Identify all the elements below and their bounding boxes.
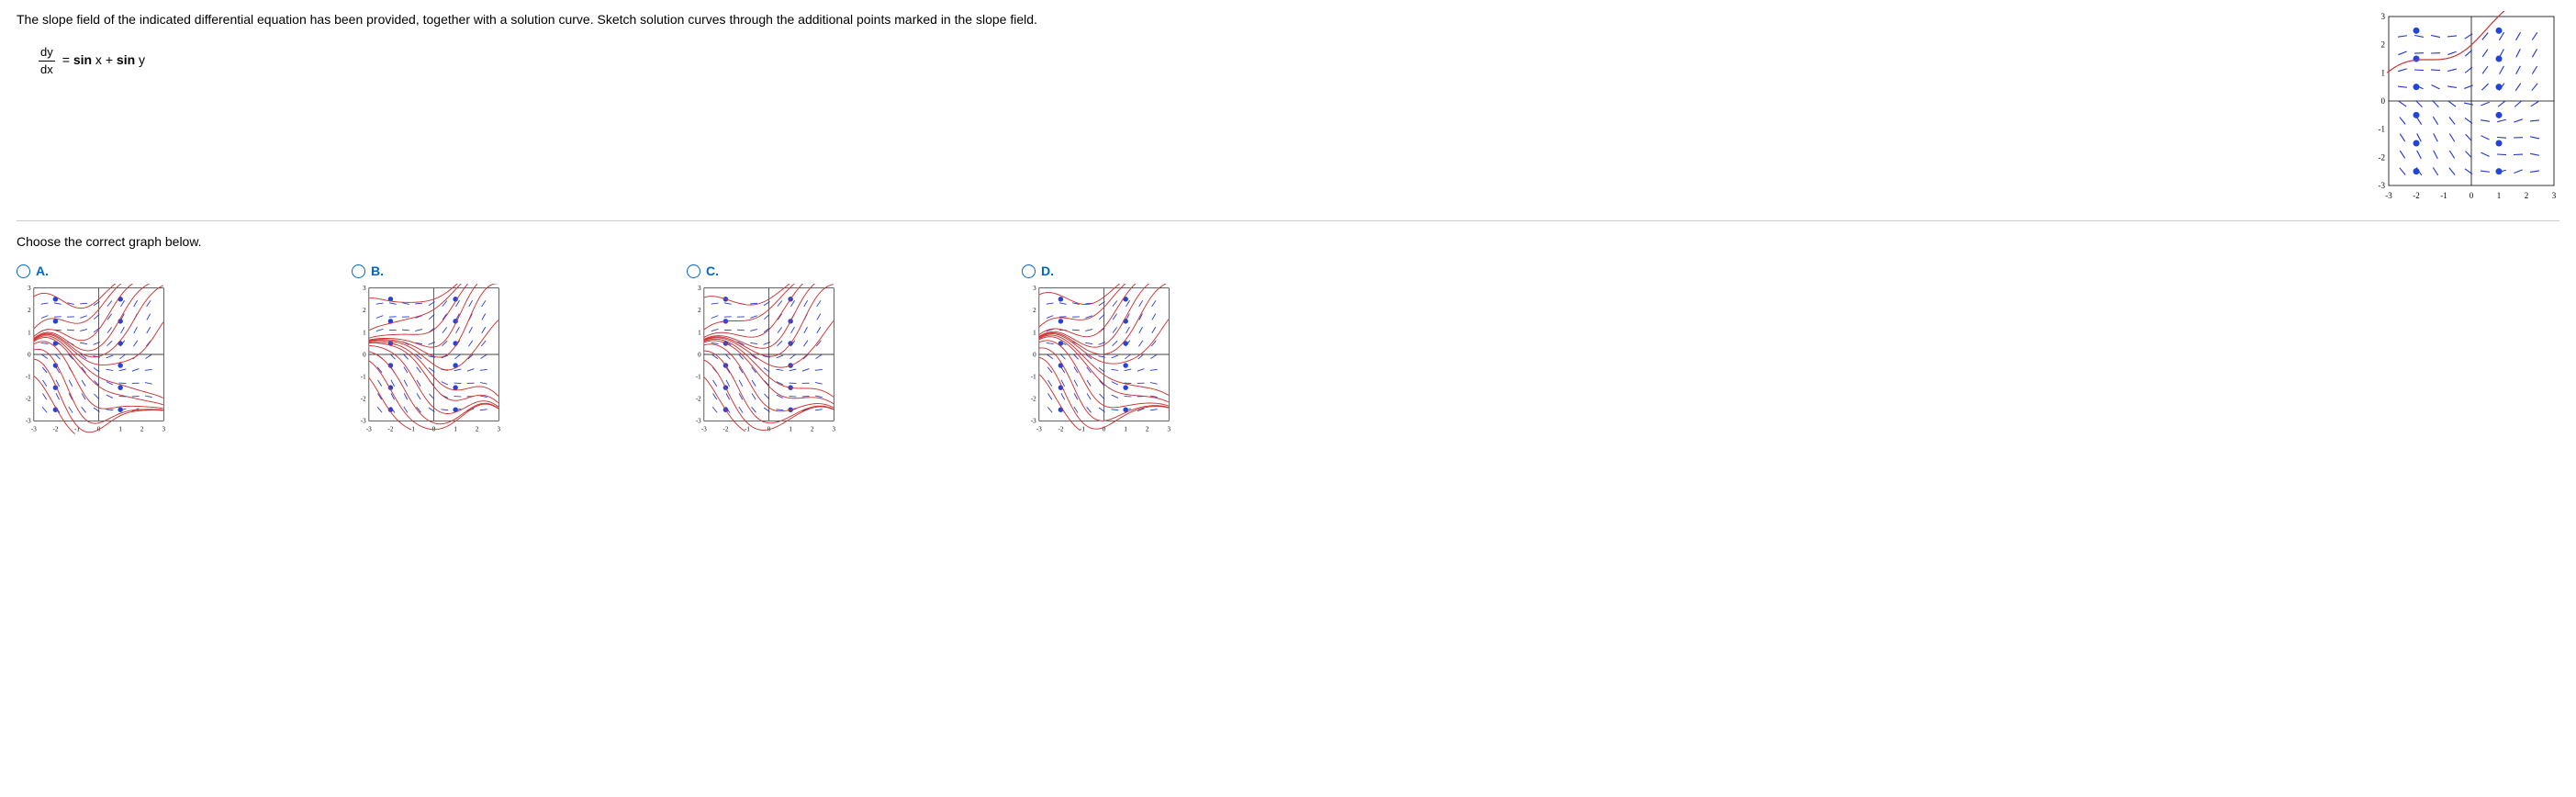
- svg-text:1: 1: [454, 425, 457, 432]
- svg-text:-2: -2: [387, 425, 393, 432]
- svg-text:-1: -1: [745, 425, 750, 432]
- svg-text:0: 0: [2470, 191, 2474, 200]
- choice-c: C. -3-3-2-2-1-100112233: [687, 264, 838, 435]
- slope-field-svg-b: -3-3-2-2-1-100112233: [352, 284, 503, 435]
- svg-text:3: 3: [162, 425, 166, 432]
- slope-field-svg-c: -3-3-2-2-1-100112233: [687, 284, 838, 435]
- svg-text:2: 2: [476, 425, 479, 432]
- eq-sin1: sin: [73, 52, 92, 67]
- svg-text:-2: -2: [2413, 191, 2420, 200]
- question-intro: The slope field of the indicated differe…: [17, 11, 2348, 29]
- choice-b: B. -3-3-2-2-1-100112233: [352, 264, 503, 435]
- choice-label-b: B.: [371, 264, 384, 278]
- svg-text:1: 1: [363, 329, 366, 336]
- svg-text:-2: -2: [26, 396, 31, 403]
- svg-text:3: 3: [363, 285, 366, 292]
- eq-equals: =: [62, 52, 73, 67]
- svg-text:3: 3: [698, 285, 701, 292]
- svg-text:2: 2: [811, 425, 814, 432]
- svg-text:2: 2: [140, 425, 144, 432]
- svg-text:1: 1: [698, 329, 701, 336]
- differential-equation: dy dx = sin x + sin y: [17, 44, 2348, 78]
- svg-text:2: 2: [363, 307, 366, 314]
- svg-text:3: 3: [28, 285, 31, 292]
- section-divider: [17, 220, 2559, 221]
- svg-text:0: 0: [28, 351, 31, 358]
- svg-text:-3: -3: [701, 425, 707, 432]
- choice-d: D. -3-3-2-2-1-100112233: [1022, 264, 1173, 435]
- choice-label-d: D.: [1041, 264, 1054, 278]
- svg-text:0: 0: [2381, 96, 2386, 106]
- svg-text:2: 2: [28, 307, 31, 314]
- svg-text:0: 0: [698, 351, 701, 358]
- main-slope-field-figure: -3-3 -2 -2 -1 -1 0 0 1 1 2 2 3 3: [2367, 11, 2559, 204]
- svg-text:2: 2: [2525, 191, 2529, 200]
- svg-text:-3: -3: [2379, 181, 2386, 190]
- svg-text:1: 1: [789, 425, 792, 432]
- choice-label-a: A.: [36, 264, 49, 278]
- svg-text:-3: -3: [26, 418, 31, 425]
- svg-text:-2: -2: [722, 425, 728, 432]
- svg-text:2: 2: [698, 307, 701, 314]
- svg-text:0: 0: [363, 351, 366, 358]
- svg-text:2: 2: [2381, 40, 2386, 50]
- svg-text:3: 3: [1033, 285, 1036, 292]
- svg-text:-3: -3: [1031, 418, 1036, 425]
- choice-a: A. -3-3-2-2-1-100112233: [17, 264, 168, 435]
- eq-y: y: [135, 52, 145, 67]
- svg-text:1: 1: [118, 425, 122, 432]
- svg-text:-1: -1: [1031, 373, 1036, 380]
- eq-x: x +: [92, 52, 117, 67]
- svg-text:3: 3: [833, 425, 836, 432]
- svg-text:3: 3: [2552, 191, 2557, 200]
- choice-label-c: C.: [706, 264, 719, 278]
- slope-field-svg-main: -3-3 -2 -2 -1 -1 0 0 1 1 2 2 3 3: [2367, 11, 2559, 204]
- svg-text:0: 0: [1033, 351, 1036, 358]
- choice-prompt: Choose the correct graph below.: [17, 234, 2559, 249]
- svg-text:-1: -1: [696, 373, 701, 380]
- question-block: The slope field of the indicated differe…: [17, 11, 2348, 78]
- choice-row: A. -3-3-2-2-1-100112233 B. -3-3-2-2-1-10…: [17, 264, 2559, 435]
- radio-c[interactable]: [687, 264, 700, 278]
- radio-b[interactable]: [352, 264, 365, 278]
- svg-text:3: 3: [1168, 425, 1171, 432]
- svg-text:-1: -1: [1080, 425, 1085, 432]
- slope-field-svg-a: -3-3-2-2-1-100112233: [17, 284, 168, 435]
- svg-text:-1: -1: [409, 425, 415, 432]
- radio-d[interactable]: [1022, 264, 1036, 278]
- svg-text:1: 1: [1033, 329, 1036, 336]
- svg-text:-2: -2: [1031, 396, 1036, 403]
- svg-text:2: 2: [1146, 425, 1149, 432]
- slope-field-svg-d: -3-3-2-2-1-100112233: [1022, 284, 1173, 435]
- svg-text:3: 3: [498, 425, 501, 432]
- svg-text:-2: -2: [52, 425, 58, 432]
- eq-sin2: sin: [117, 52, 135, 67]
- eq-denominator: dx: [39, 61, 55, 78]
- svg-text:-3: -3: [366, 425, 372, 432]
- eq-numerator: dy: [39, 44, 55, 61]
- svg-text:-3: -3: [696, 418, 701, 425]
- svg-text:-2: -2: [361, 396, 366, 403]
- svg-text:-1: -1: [26, 373, 31, 380]
- svg-text:1: 1: [28, 329, 31, 336]
- svg-text:1: 1: [1124, 425, 1127, 432]
- svg-text:-3: -3: [1036, 425, 1042, 432]
- svg-text:1: 1: [2381, 68, 2386, 77]
- svg-text:-3: -3: [361, 418, 366, 425]
- svg-text:-1: -1: [361, 373, 366, 380]
- svg-text:-3: -3: [2385, 191, 2392, 200]
- svg-text:-2: -2: [1058, 425, 1063, 432]
- svg-text:-2: -2: [696, 396, 701, 403]
- radio-a[interactable]: [17, 264, 30, 278]
- svg-text:-1: -1: [2379, 125, 2386, 134]
- svg-text:1: 1: [2497, 191, 2502, 200]
- svg-text:-2: -2: [2379, 152, 2386, 162]
- svg-text:-3: -3: [31, 425, 37, 432]
- svg-text:-1: -1: [2440, 191, 2447, 200]
- svg-text:2: 2: [1033, 307, 1036, 314]
- svg-text:3: 3: [2381, 12, 2386, 21]
